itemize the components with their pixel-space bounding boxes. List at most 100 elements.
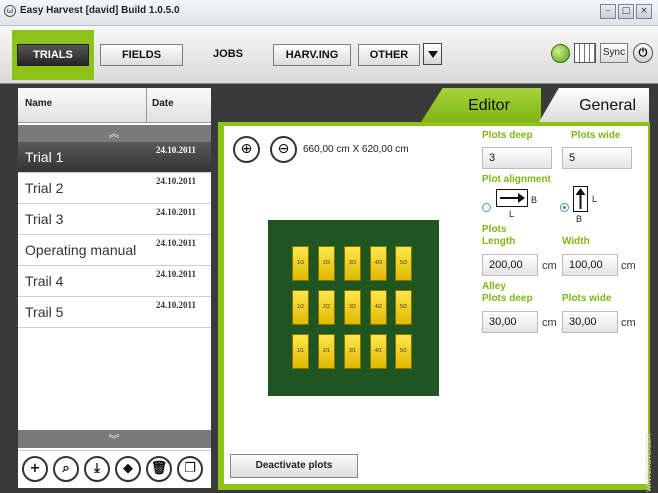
tab-fields[interactable]: FIELDS: [100, 44, 183, 66]
trial-date: 24.10.2011: [156, 300, 197, 310]
search-icon[interactable]: ⌕: [53, 456, 79, 482]
deactivate-plots-button[interactable]: Deactivate plots: [230, 454, 358, 478]
trial-date: 24.10.2011: [156, 145, 197, 155]
close-button[interactable]: ×: [636, 4, 652, 19]
alignment-a2-label: L: [509, 209, 515, 219]
power-icon[interactable]: ⏻: [633, 43, 653, 63]
plots-length-label: Plots Length: [482, 224, 516, 247]
list-actions: + ⌕ ⤓ ◆ 🗑 ❐: [18, 450, 211, 488]
chevron-down-icon: ︾: [108, 433, 120, 446]
keyboard-icon[interactable]: [574, 43, 596, 63]
plot[interactable]: 3/3: [344, 246, 361, 281]
window-titlebar: ω Easy Harvest [david] Build 1.0.5.0 – □…: [0, 0, 658, 26]
column-date[interactable]: Date: [152, 98, 174, 109]
plots-wide-input[interactable]: 5: [562, 147, 632, 169]
list-item[interactable]: Trial 1 24.10.2011: [18, 142, 211, 173]
tab-other[interactable]: OTHER: [358, 44, 420, 66]
tab-jobs[interactable]: JOBS: [189, 44, 267, 66]
trial-date: 24.10.2011: [156, 269, 197, 279]
alignment-horizontal-radio[interactable]: [482, 203, 491, 212]
width-label: Width: [562, 236, 590, 247]
tab-trials[interactable]: TRIALS: [17, 44, 89, 66]
width-unit: cm: [621, 260, 636, 272]
plot[interactable]: 5/2: [395, 290, 412, 325]
plot[interactable]: 3/1: [344, 334, 361, 369]
alley-wide-input[interactable]: 30,00: [562, 311, 618, 333]
erase-icon[interactable]: ◆: [115, 456, 141, 482]
tab-editor[interactable]: Editor: [421, 88, 541, 122]
alignment-a-label: B: [531, 195, 538, 205]
tab-general[interactable]: General: [539, 88, 649, 122]
plot[interactable]: 1/2: [292, 290, 309, 325]
maximize-button[interactable]: □: [618, 4, 634, 19]
plot[interactable]: 4/3: [370, 246, 387, 281]
plots-wide-label: Plots wide: [571, 130, 621, 141]
trials-list-panel: Name Date ︽ Trial 1 24.10.2011 Trial 2 2…: [18, 88, 211, 488]
trial-name: Operating manual: [25, 242, 137, 258]
plot[interactable]: 4/1: [370, 334, 387, 369]
connection-status-icon[interactable]: [551, 44, 570, 63]
list-item[interactable]: Operating manual 24.10.2011: [18, 235, 211, 266]
list-item[interactable]: Trail 4 24.10.2011: [18, 266, 211, 297]
plot[interactable]: 3/2: [344, 290, 361, 325]
editor-panel: ⊕ ⊖ 660,00 cm X 620,00 cm 1/3 2/3 3/3 4/…: [224, 126, 648, 484]
main-toolbar: TRIALS FIELDS JOBS HARV.ING OTHER Sync ⏻: [0, 26, 658, 84]
list-item[interactable]: Trial 2 24.10.2011: [18, 173, 211, 204]
trial-name: Trail 4: [25, 273, 64, 289]
minimize-button[interactable]: –: [600, 4, 616, 19]
plot[interactable]: 5/1: [395, 334, 412, 369]
trial-name: Trial 1: [25, 149, 64, 165]
plot[interactable]: 1/1: [292, 334, 309, 369]
arrow-right-icon: [496, 189, 528, 207]
other-dropdown-button[interactable]: [423, 43, 442, 65]
add-icon[interactable]: +: [22, 456, 48, 482]
field-dimensions: 660,00 cm X 620,00 cm: [303, 144, 409, 155]
plots-deep-label: Plots deep: [482, 130, 533, 141]
sync-button[interactable]: Sync: [600, 43, 628, 63]
zoom-out-icon[interactable]: ⊖: [270, 136, 297, 163]
alignment-b-label: L: [592, 194, 598, 204]
alley-deep-input[interactable]: 30,00: [482, 311, 538, 333]
length-unit: cm: [542, 260, 557, 272]
plot[interactable]: 4/2: [370, 290, 387, 325]
column-divider: [146, 88, 147, 123]
alignment-b2-label: B: [576, 214, 583, 224]
column-name[interactable]: Name: [25, 98, 52, 109]
plot-length-input[interactable]: 200,00: [482, 254, 538, 276]
alley-wide-unit: cm: [621, 317, 636, 329]
field-layout: 1/3 2/3 3/3 4/3 5/3 1/2 2/2 3/2 4/2 5/2 …: [268, 220, 439, 396]
scroll-up-button[interactable]: ︽: [18, 125, 211, 142]
brand-watermark: WINTERSTEIGER: [646, 433, 653, 492]
list-item[interactable]: Trail 5 24.10.2011: [18, 297, 211, 328]
plot[interactable]: 2/1: [318, 334, 335, 369]
alignment-vertical-radio[interactable]: [560, 203, 569, 212]
plots-deep-input[interactable]: 3: [482, 147, 552, 169]
plot[interactable]: 5/3: [395, 246, 412, 281]
plot-alignment-label: Plot alignment: [482, 174, 551, 185]
plot-width-input[interactable]: 100,00: [562, 254, 618, 276]
plot[interactable]: 1/3: [292, 246, 309, 281]
tab-harving[interactable]: HARV.ING: [273, 44, 351, 66]
list-item[interactable]: Trial 3 24.10.2011: [18, 204, 211, 235]
trial-name: Trial 2: [25, 180, 64, 196]
zoom-in-icon[interactable]: ⊕: [233, 136, 260, 163]
plot[interactable]: 2/2: [318, 290, 335, 325]
trial-date: 24.10.2011: [156, 238, 197, 248]
list-header: Name Date: [18, 88, 211, 123]
trial-date: 24.10.2011: [156, 207, 197, 217]
alley-plots-wide-label: Plots wide: [562, 293, 612, 304]
copy-icon[interactable]: ❐: [177, 456, 203, 482]
plot[interactable]: 2/3: [318, 246, 335, 281]
trial-date: 24.10.2011: [156, 176, 197, 186]
trash-icon[interactable]: 🗑: [146, 456, 172, 482]
arrow-up-icon: [573, 186, 588, 212]
app-icon: ω: [4, 5, 16, 17]
scroll-down-button[interactable]: ︾: [18, 430, 211, 448]
window-title: Easy Harvest [david] Build 1.0.5.0: [20, 5, 180, 16]
alley-plots-deep-label: Alley Plots deep: [482, 281, 533, 304]
trial-name: Trial 3: [25, 211, 64, 227]
trial-name: Trail 5: [25, 304, 64, 320]
download-icon[interactable]: ⤓: [84, 456, 110, 482]
chevron-up-icon: ︽: [108, 127, 120, 140]
alley-deep-unit: cm: [542, 317, 557, 329]
